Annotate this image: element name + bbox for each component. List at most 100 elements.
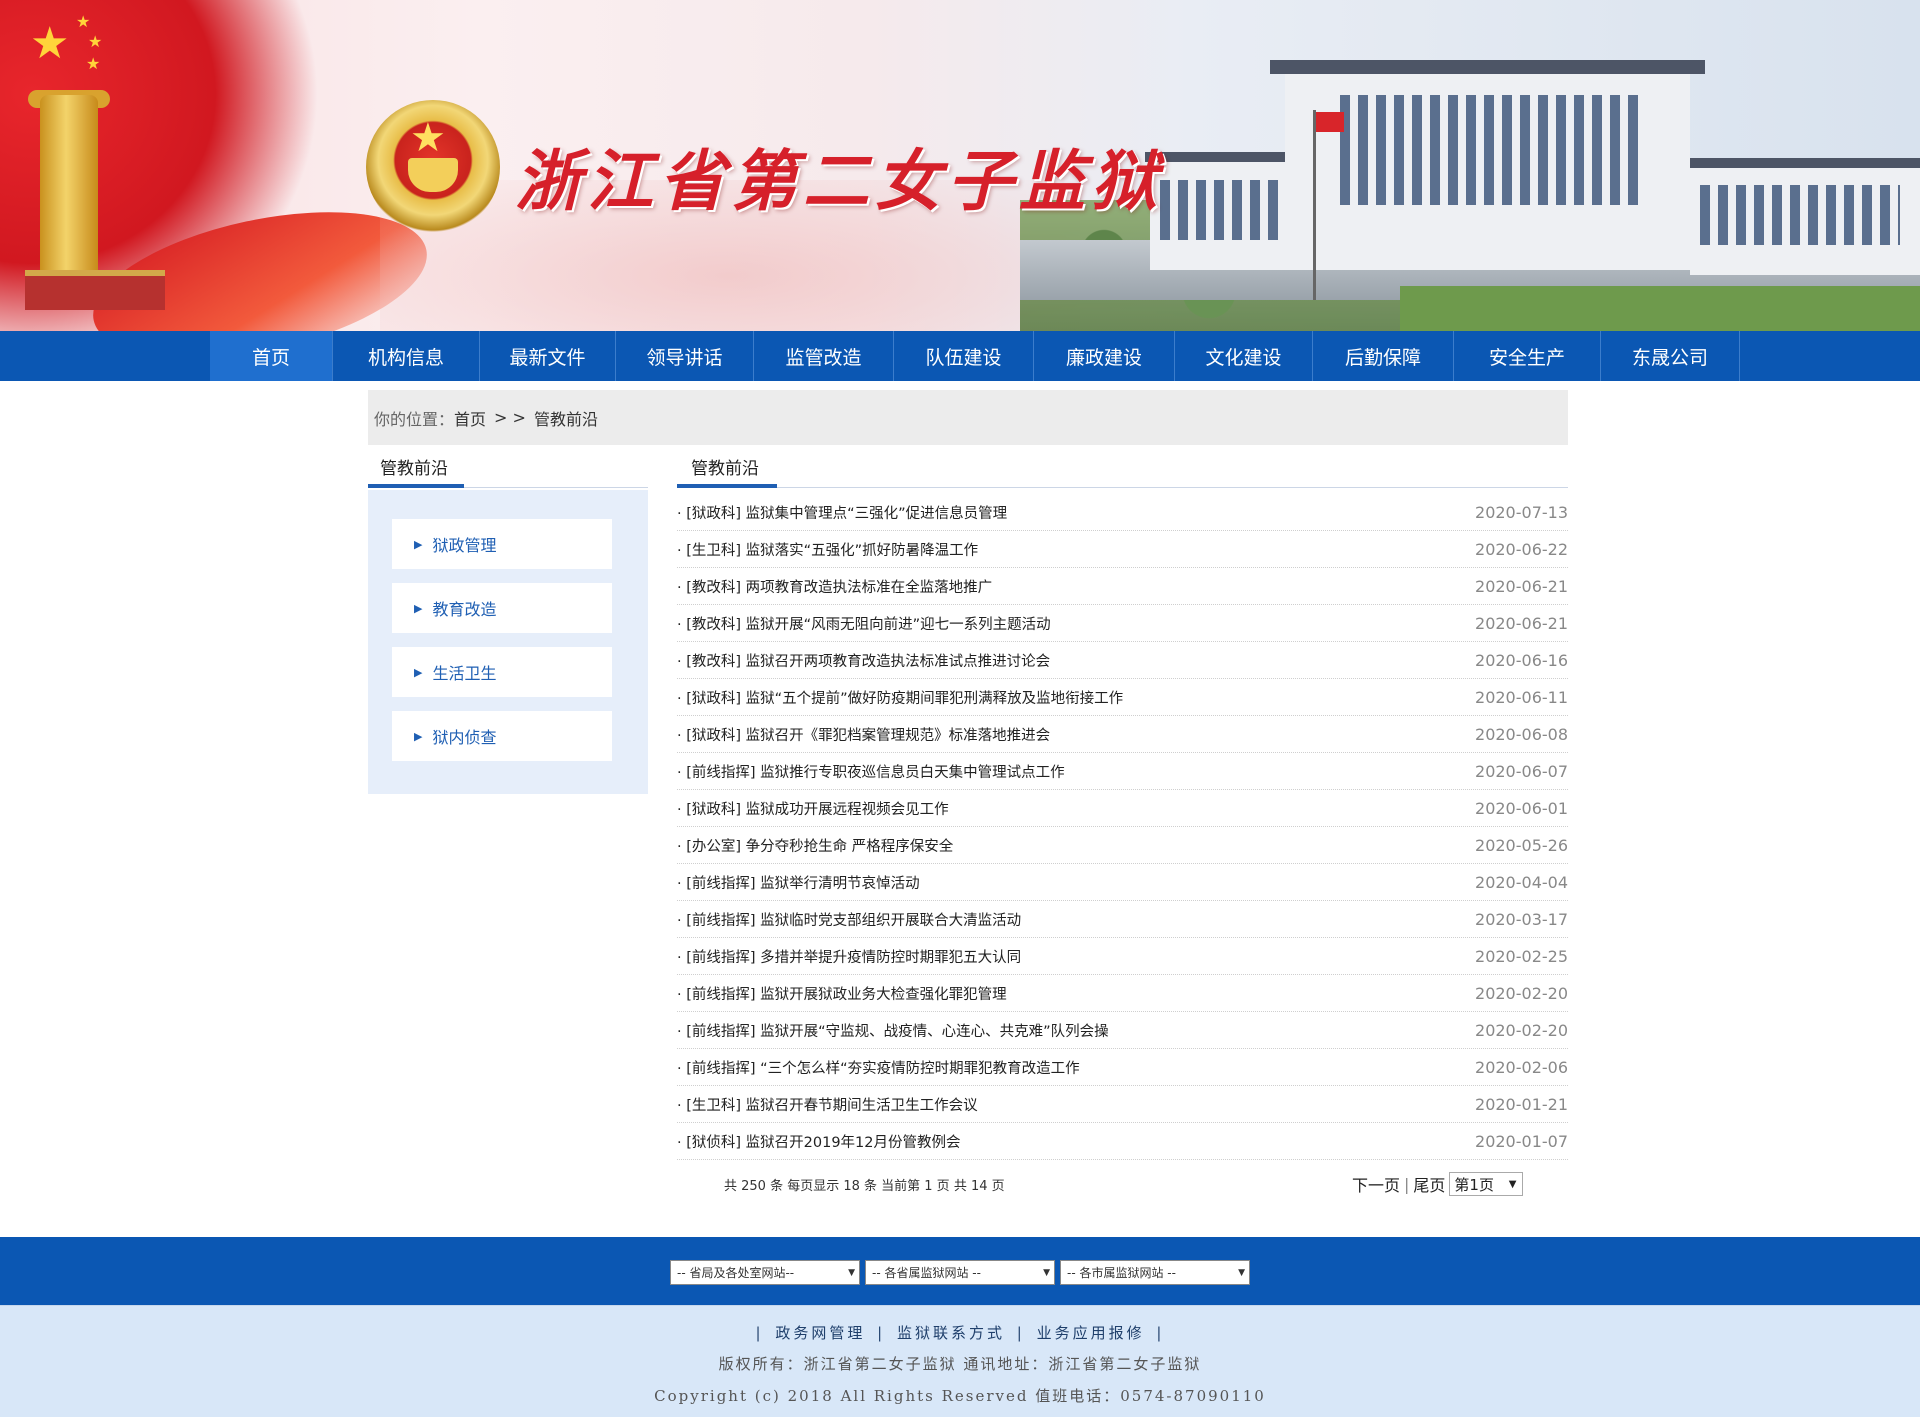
footer-nav: | 政务网管理 | 监狱联系方式 | 业务应用报修 | <box>0 1322 1920 1343</box>
article-link[interactable]: · [前线指挥] 监狱开展狱政业务大检查强化罪犯管理 <box>677 983 1007 1004</box>
list-item: · [前线指挥] 监狱开展“守监规、战疫情、心连心、共克难”队列会操 2020-0… <box>677 1012 1568 1049</box>
article-link[interactable]: · [生卫科] 监狱落实“五强化”抓好防暑降温工作 <box>677 539 978 560</box>
tiananmen-decoration <box>25 270 165 310</box>
breadcrumb-prefix: 你的位置： <box>374 409 455 429</box>
article-link[interactable]: · [狱政科] 监狱集中管理点“三强化”促进信息员管理 <box>677 502 1007 523</box>
star-icon: ★ <box>86 54 101 73</box>
triangle-right-icon: ▶ <box>414 665 423 679</box>
nav-item-integrity[interactable]: 廉政建设 <box>1034 331 1175 381</box>
sidebar-item-label: 狱内侦查 <box>432 728 497 747</box>
article-date: 2020-02-25 <box>1475 946 1568 966</box>
nav-item-organization[interactable]: 机构信息 <box>333 331 480 381</box>
article-date: 2020-02-06 <box>1475 1057 1568 1077</box>
article-link[interactable]: · [生卫科] 监狱召开春节期间生活卫生工作会议 <box>677 1094 978 1115</box>
list-item: · [前线指挥] 监狱举行清明节哀悼活动 2020-04-04 <box>677 864 1568 901</box>
sidebar-header: 管教前沿 <box>368 448 648 488</box>
footer-separator: | <box>755 1324 764 1342</box>
nav-item-safety[interactable]: 安全生产 <box>1454 331 1601 381</box>
article-link[interactable]: · [狱政科] 监狱“五个提前”做好防疫期间罪犯刑满释放及监地衔接工作 <box>677 687 1123 708</box>
list-item: · [前线指挥] 多措并举提升疫情防控时期罪犯五大认同 2020-02-25 <box>677 938 1568 975</box>
building-roof <box>1270 60 1705 74</box>
sidebar-item-education-reform[interactable]: ▶ 教育改造 <box>392 583 612 633</box>
list-item: · [生卫科] 监狱召开春节期间生活卫生工作会议 2020-01-21 <box>677 1086 1568 1123</box>
article-link[interactable]: · [前线指挥] “三个怎么样“夯实疫情防控时期罪犯教育改造工作 <box>677 1057 1080 1078</box>
footer-link-gov-network[interactable]: 政务网管理 <box>775 1324 865 1342</box>
next-page-link[interactable]: 下一页 <box>1352 1172 1400 1196</box>
article-list: · [狱政科] 监狱集中管理点“三强化”促进信息员管理 2020-07-13 · … <box>677 494 1568 1160</box>
list-item: · [前线指挥] “三个怎么样“夯实疫情防控时期罪犯教育改造工作 2020-02-… <box>677 1049 1568 1086</box>
footer-link-repair[interactable]: 业务应用报修 <box>1037 1324 1145 1342</box>
national-flag-icon <box>1316 112 1344 132</box>
article-date: 2020-02-20 <box>1475 983 1568 1003</box>
pager: 下一页 | 尾页 第1页 ▼ <box>1352 1172 1524 1196</box>
provincial-prison-sites-dropdown[interactable]: -- 各省属监狱网站 -- ▼ <box>865 1260 1055 1285</box>
article-link[interactable]: · [前线指挥] 监狱推行专职夜巡信息员白天集中管理试点工作 <box>677 761 1065 782</box>
triangle-right-icon: ▶ <box>414 601 423 615</box>
article-date: 2020-06-22 <box>1475 539 1568 559</box>
list-item: · [教改科] 两项教育改造执法标准在全监落地推广 2020-06-21 <box>677 568 1568 605</box>
article-link[interactable]: · [前线指挥] 监狱临时党支部组织开展联合大清监活动 <box>677 909 1021 930</box>
list-item: · [教改科] 监狱开展“风雨无阻向前进”迎七一系列主题活动 2020-06-21 <box>677 605 1568 642</box>
star-icon: ★ <box>88 32 103 51</box>
lawn-decoration <box>1400 286 1920 331</box>
bureau-sites-dropdown[interactable]: -- 省局及各处室网站-- ▼ <box>670 1260 860 1285</box>
site-title: 浙江省第二女子监狱 <box>515 142 1163 220</box>
sidebar-item-investigation[interactable]: ▶ 狱内侦查 <box>392 711 612 761</box>
article-date: 2020-05-26 <box>1475 835 1568 855</box>
article-link[interactable]: · [前线指挥] 多措并举提升疫情防控时期罪犯五大认同 <box>677 946 1021 967</box>
footer: | 政务网管理 | 监狱联系方式 | 业务应用报修 | 版权所有：浙江省第二女子… <box>0 1305 1920 1417</box>
list-item: · [前线指挥] 监狱临时党支部组织开展联合大清监活动 2020-03-17 <box>677 901 1568 938</box>
nav-item-home[interactable]: 首页 <box>210 331 333 381</box>
article-link[interactable]: · [狱侦科] 监狱召开2019年12月份管教例会 <box>677 1131 961 1152</box>
footer-separator: | <box>1156 1324 1165 1342</box>
article-date: 2020-06-21 <box>1475 613 1568 633</box>
article-link[interactable]: · [狱政科] 监狱召开《罪犯档案管理规范》标准落地推进会 <box>677 724 1050 745</box>
sidebar-menu: ▶ 狱政管理 ▶ 教育改造 ▶ 生活卫生 ▶ 狱内侦查 <box>368 490 648 794</box>
article-date: 2020-01-07 <box>1475 1131 1568 1151</box>
list-item: · [狱侦科] 监狱召开2019年12月份管教例会 2020-01-07 <box>677 1123 1568 1160</box>
nav-item-supervision-reform[interactable]: 监管改造 <box>754 331 894 381</box>
article-link[interactable]: · [教改科] 监狱开展“风雨无阻向前进”迎七一系列主题活动 <box>677 613 1051 634</box>
article-link[interactable]: · [狱政科] 监狱成功开展远程视频会见工作 <box>677 798 949 819</box>
list-item: · [狱政科] 监狱“五个提前”做好防疫期间罪犯刑满释放及监地衔接工作 2020-… <box>677 679 1568 716</box>
list-item: · [狱政科] 监狱成功开展远程视频会见工作 2020-06-01 <box>677 790 1568 827</box>
sidebar-item-prison-administration[interactable]: ▶ 狱政管理 <box>392 519 612 569</box>
article-link[interactable]: · [教改科] 两项教育改造执法标准在全监落地推广 <box>677 576 992 597</box>
article-link[interactable]: · [前线指挥] 监狱开展“守监规、战疫情、心连心、共克难”队列会操 <box>677 1020 1109 1041</box>
nav-item-team-building[interactable]: 队伍建设 <box>894 331 1034 381</box>
sidebar-item-label: 生活卫生 <box>432 664 497 683</box>
nav-item-culture[interactable]: 文化建设 <box>1175 331 1313 381</box>
page-select-value: 第1页 <box>1454 1175 1494 1194</box>
nav-item-latest-files[interactable]: 最新文件 <box>480 331 616 381</box>
nav-item-logistics[interactable]: 后勤保障 <box>1313 331 1454 381</box>
article-date: 2020-03-17 <box>1475 909 1568 929</box>
breadcrumb-home-link[interactable]: 首页 <box>454 406 486 430</box>
building-windows <box>1340 95 1640 205</box>
dropdown-label: -- 各省属监狱网站 -- <box>872 1266 981 1280</box>
dropdown-label: -- 各市属监狱网站 -- <box>1067 1266 1176 1280</box>
header-banner: ★ ★ ★ ★ ★ 浙江省第二女子监狱 <box>0 0 1920 331</box>
sidebar-item-life-hygiene[interactable]: ▶ 生活卫生 <box>392 647 612 697</box>
page-select[interactable]: 第1页 ▼ <box>1449 1172 1524 1196</box>
article-date: 2020-04-04 <box>1475 872 1568 892</box>
article-link[interactable]: · [前线指挥] 监狱举行清明节哀悼活动 <box>677 872 920 893</box>
article-link[interactable]: · [教改科] 监狱召开两项教育改造执法标准试点推进讨论会 <box>677 650 1050 671</box>
article-date: 2020-06-07 <box>1475 761 1568 781</box>
star-icon: ★ <box>410 115 446 161</box>
city-prison-sites-dropdown[interactable]: -- 各市属监狱网站 -- ▼ <box>1060 1260 1250 1285</box>
nav-item-leader-speeches[interactable]: 领导讲话 <box>616 331 754 381</box>
article-date: 2020-01-21 <box>1475 1094 1568 1114</box>
article-date: 2020-06-08 <box>1475 724 1568 744</box>
sidebar-heading: 管教前沿 <box>368 448 464 488</box>
last-page-link[interactable]: 尾页 <box>1413 1172 1445 1196</box>
triangle-right-icon: ▶ <box>414 537 423 551</box>
list-item: · [前线指挥] 监狱推行专职夜巡信息员白天集中管理试点工作 2020-06-07 <box>677 753 1568 790</box>
list-item: · [生卫科] 监狱落实“五强化”抓好防暑降温工作 2020-06-22 <box>677 531 1568 568</box>
article-link[interactable]: · [办公室] 争分夺秒抢生命 严格程序保安全 <box>677 835 953 856</box>
nav-item-dongsheng-company[interactable]: 东晟公司 <box>1601 331 1740 381</box>
article-date: 2020-06-16 <box>1475 650 1568 670</box>
main-header: 管教前沿 <box>677 448 1568 488</box>
copyright-line: 版权所有：浙江省第二女子监狱 通讯地址：浙江省第二女子监狱 <box>718 1355 1202 1373</box>
footer-separator: | <box>877 1324 886 1342</box>
footer-link-contact[interactable]: 监狱联系方式 <box>897 1324 1005 1342</box>
